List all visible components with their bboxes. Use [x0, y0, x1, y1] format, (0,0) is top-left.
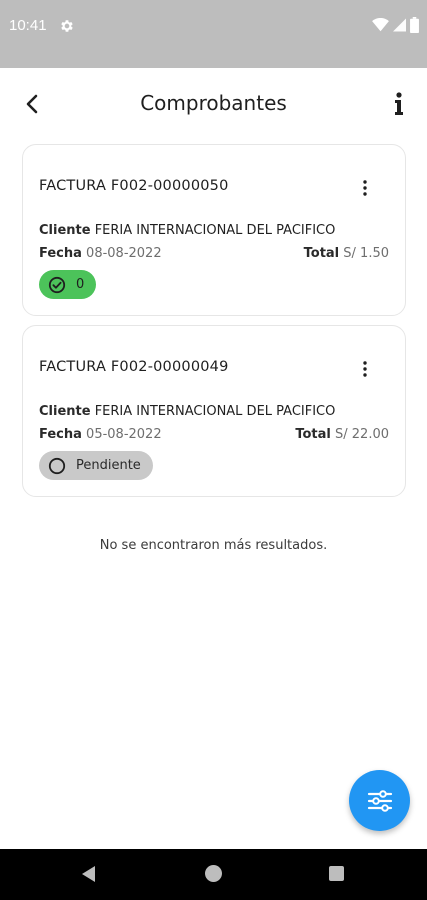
status-text: Pendiente [76, 458, 141, 473]
status-time: 10:41 [9, 17, 47, 34]
date-total-row: Fecha 08-08-2022 Total S/ 1.50 [39, 246, 389, 261]
empty-circle-icon [48, 457, 66, 474]
battery-icon [410, 17, 419, 33]
no-more-results-message: No se encontraron más resultados. [99, 538, 328, 553]
date-value: 05-08-2022 [86, 427, 162, 442]
total-value: S/ 1.50 [343, 246, 389, 261]
wifi-icon [372, 18, 389, 32]
nav-home-icon[interactable] [205, 865, 222, 882]
more-vert-icon [363, 361, 367, 377]
invoice-card[interactable]: FACTURA F002-00000050 Cliente FERIA INTE… [22, 144, 406, 316]
filter-sliders-icon [367, 789, 392, 812]
status-bar: 10:41 [0, 0, 427, 68]
date-total-row: Fecha 05-08-2022 Total S/ 22.00 [39, 427, 389, 442]
status-icons [372, 17, 419, 33]
total-field: Total S/ 22.00 [295, 427, 389, 442]
date-label: Fecha [39, 427, 82, 442]
client-line: Cliente FERIA INTERNACIONAL DEL PACIFICO [39, 404, 335, 419]
client-label: Cliente [39, 223, 91, 238]
date-field: Fecha 08-08-2022 [39, 246, 162, 261]
more-options-button[interactable] [353, 177, 377, 199]
total-label: Total [303, 246, 340, 261]
app-bar: Comprobantes [0, 68, 427, 140]
status-text: 0 [76, 277, 85, 292]
client-line: Cliente FERIA INTERNACIONAL DEL PACIFICO [39, 223, 335, 238]
date-value: 08-08-2022 [86, 246, 162, 261]
signal-icon [393, 18, 406, 32]
check-circle-icon [48, 276, 66, 293]
total-label: Total [295, 427, 331, 442]
settings-icon [61, 20, 73, 32]
more-vert-icon [363, 180, 367, 196]
status-badge: 0 [39, 270, 97, 299]
nav-back-icon[interactable] [80, 865, 96, 883]
info-icon [395, 92, 403, 115]
filter-button[interactable] [349, 770, 410, 831]
nav-recents-icon[interactable] [329, 866, 344, 881]
client-label: Cliente [39, 404, 91, 419]
client-name: FERIA INTERNACIONAL DEL PACIFICO [94, 223, 336, 238]
date-field: Fecha 05-08-2022 [39, 427, 162, 442]
total-field: Total S/ 1.50 [304, 246, 389, 261]
date-label: Fecha [39, 246, 82, 261]
invoice-title: FACTURA F002-00000050 [39, 178, 229, 194]
more-options-button[interactable] [353, 358, 377, 380]
total-value: S/ 22.00 [335, 427, 389, 442]
system-nav-bar [0, 849, 427, 900]
invoice-title: FACTURA F002-00000049 [39, 359, 229, 375]
info-button[interactable] [385, 88, 413, 120]
client-name: FERIA INTERNACIONAL DEL PACIFICO [94, 404, 336, 419]
page-title: Comprobantes [140, 91, 287, 115]
invoice-card[interactable]: FACTURA F002-00000049 Cliente FERIA INTE… [22, 325, 406, 497]
status-badge: Pendiente [39, 451, 153, 480]
